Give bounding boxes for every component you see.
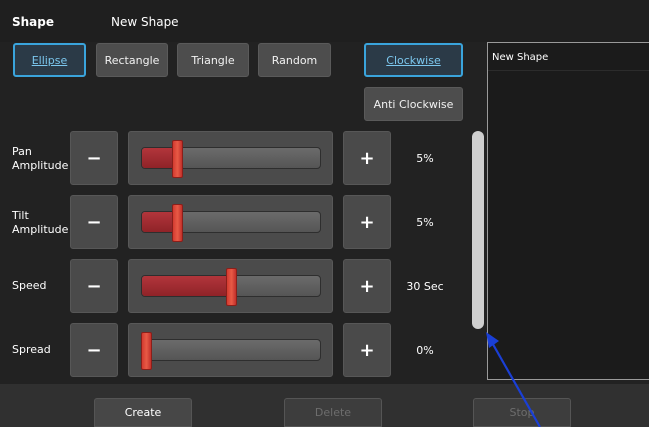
slider-track bbox=[141, 339, 321, 361]
slider-fill bbox=[142, 276, 232, 296]
clockwise-button-label: Clockwise bbox=[386, 53, 441, 67]
stop-button-label: Stop bbox=[509, 406, 535, 419]
create-button-label: Create bbox=[124, 406, 162, 419]
speed-decrease-button[interactable]: − bbox=[70, 259, 118, 313]
slider-track bbox=[141, 147, 321, 169]
ellipse-button-label: Ellipse bbox=[31, 53, 68, 67]
pan-amplitude-decrease-button[interactable]: − bbox=[70, 131, 118, 185]
spread-label: Spread bbox=[12, 343, 51, 357]
anticlockwise-button-label: Anti Clockwise bbox=[373, 97, 454, 111]
pan-amplitude-label-line2: Amplitude bbox=[12, 159, 69, 172]
minus-icon: − bbox=[86, 339, 102, 361]
speed-label: Speed bbox=[12, 279, 46, 293]
pan-amplitude-label-line1: Pan bbox=[12, 145, 32, 158]
tilt-amplitude-label-line1: Tilt bbox=[12, 209, 29, 222]
tilt-amplitude-label-line2: Amplitude bbox=[12, 223, 69, 236]
anticlockwise-button[interactable]: Anti Clockwise bbox=[364, 87, 463, 121]
tilt-amplitude-value: 5% bbox=[416, 216, 434, 229]
speed-value: 30 Sec bbox=[406, 280, 444, 293]
speed-label-line1: Speed bbox=[12, 279, 47, 292]
minus-icon: − bbox=[86, 275, 102, 297]
pan-amplitude-slider[interactable] bbox=[128, 131, 333, 185]
shape-name-label: New Shape bbox=[111, 15, 179, 29]
slider-thumb[interactable] bbox=[141, 332, 152, 370]
spread-increase-button[interactable]: + bbox=[343, 323, 391, 377]
stop-button[interactable]: Stop bbox=[473, 398, 571, 427]
clockwise-button[interactable]: Clockwise bbox=[364, 43, 463, 77]
rectangle-button[interactable]: Rectangle bbox=[96, 43, 168, 77]
page-title: Shape bbox=[12, 15, 55, 29]
delete-button[interactable]: Delete bbox=[284, 398, 382, 427]
create-button[interactable]: Create bbox=[94, 398, 192, 427]
header-bar: Shape New Shape bbox=[0, 0, 649, 42]
spread-slider[interactable] bbox=[128, 323, 333, 377]
minus-icon: − bbox=[86, 147, 102, 169]
delete-button-label: Delete bbox=[314, 406, 352, 419]
triangle-button-label: Triangle bbox=[191, 53, 235, 67]
slider-thumb[interactable] bbox=[226, 268, 237, 306]
spread-label-line1: Spread bbox=[12, 343, 51, 356]
plus-icon: + bbox=[359, 147, 375, 169]
triangle-button[interactable]: Triangle bbox=[177, 43, 249, 77]
speed-increase-button[interactable]: + bbox=[343, 259, 391, 313]
ellipse-button[interactable]: Ellipse bbox=[13, 43, 86, 77]
slider-track bbox=[141, 211, 321, 233]
plus-icon: + bbox=[359, 339, 375, 361]
scrollbar[interactable] bbox=[472, 131, 484, 329]
tilt-amplitude-slider[interactable] bbox=[128, 195, 333, 249]
shape-list-item[interactable]: New Shape bbox=[488, 43, 649, 71]
random-button[interactable]: Random bbox=[258, 43, 331, 77]
spread-decrease-button[interactable]: − bbox=[70, 323, 118, 377]
tilt-amplitude-increase-button[interactable]: + bbox=[343, 195, 391, 249]
random-button-label: Random bbox=[271, 53, 318, 67]
shape-list-panel: New Shape bbox=[487, 42, 649, 380]
slider-thumb[interactable] bbox=[172, 140, 183, 178]
pan-amplitude-increase-button[interactable]: + bbox=[343, 131, 391, 185]
minus-icon: − bbox=[86, 211, 102, 233]
tilt-amplitude-decrease-button[interactable]: − bbox=[70, 195, 118, 249]
plus-icon: + bbox=[359, 211, 375, 233]
pan-amplitude-value: 5% bbox=[416, 152, 434, 165]
slider-thumb[interactable] bbox=[172, 204, 183, 242]
spread-value: 0% bbox=[416, 344, 434, 357]
plus-icon: + bbox=[359, 275, 375, 297]
tilt-amplitude-label: Tilt Amplitude bbox=[12, 209, 68, 237]
pan-amplitude-label: Pan Amplitude bbox=[12, 145, 68, 173]
speed-slider[interactable] bbox=[128, 259, 333, 313]
rectangle-button-label: Rectangle bbox=[104, 53, 160, 67]
